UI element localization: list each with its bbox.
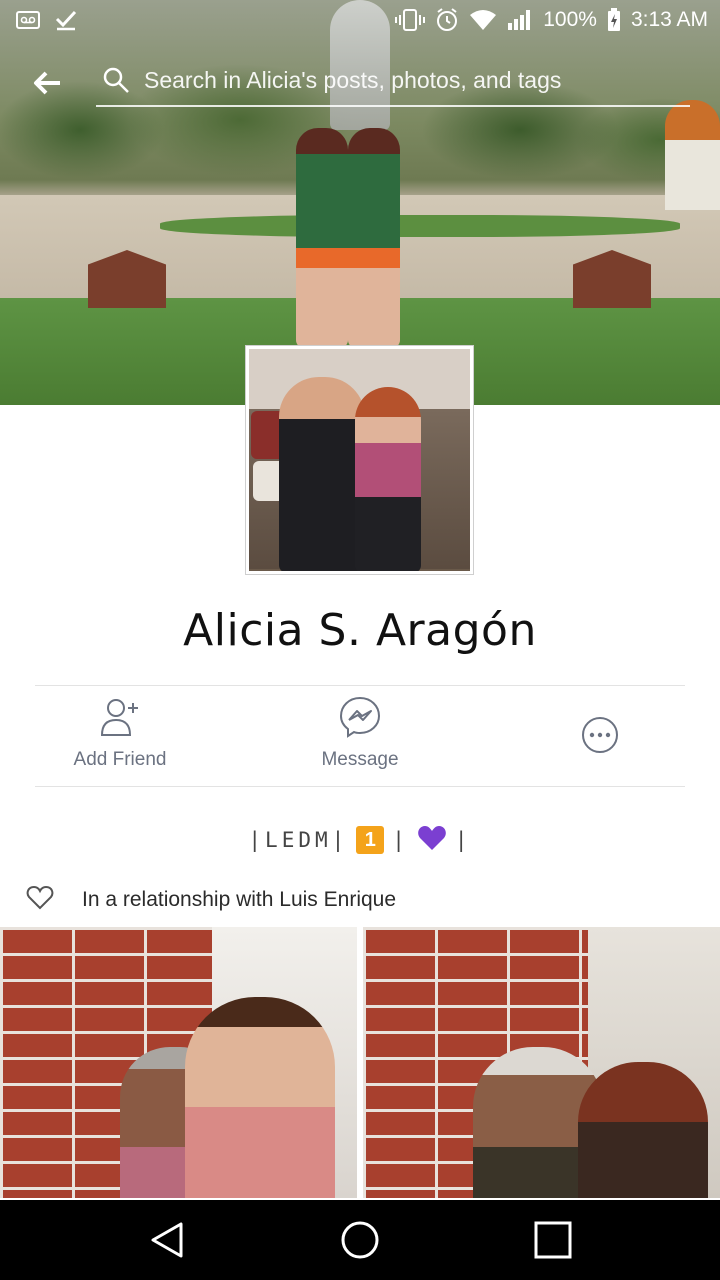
nav-back-icon[interactable] [137, 1210, 197, 1270]
signal-icon [507, 9, 533, 31]
photo-thumbnail-2[interactable] [363, 927, 720, 1198]
cover-person-right [348, 128, 400, 348]
profile-person-man [279, 377, 365, 571]
battery-percent: 100% [543, 8, 597, 31]
battery-icon [607, 8, 621, 32]
photo-person-girl [578, 1062, 708, 1198]
profile-picture[interactable] [245, 345, 474, 575]
heart-icon [26, 885, 54, 914]
message-label: Message [321, 749, 399, 770]
relationship-text: In a relationship with Luis Enrique [82, 888, 397, 911]
search-placeholder: Search in Alicia's posts, photos, and ta… [144, 66, 562, 93]
add-friend-icon [20, 695, 220, 743]
wifi-icon [469, 9, 497, 31]
messenger-icon [260, 695, 460, 743]
photo-person-girl [185, 997, 335, 1198]
bio-separator: | [392, 828, 409, 852]
nav-home-icon[interactable] [330, 1210, 390, 1270]
profile-bio: |LEDM| 1 | | [0, 822, 720, 858]
profile-picture-image [249, 349, 470, 571]
relationship-row[interactable]: In a relationship with Luis Enrique [26, 880, 396, 920]
bio-text-end: | [454, 828, 472, 852]
bio-text-start: |LEDM| [248, 828, 349, 852]
cover-lawn-back [160, 215, 680, 237]
search-header: Search in Alicia's posts, photos, and ta… [0, 55, 720, 111]
cover-sign [665, 100, 720, 210]
cover-person-left [296, 128, 348, 348]
back-arrow-icon[interactable] [30, 65, 66, 101]
search-icon [102, 66, 130, 94]
voicemail-icon [16, 11, 40, 29]
check-icon [54, 9, 78, 31]
search-input[interactable]: Search in Alicia's posts, photos, and ta… [96, 55, 690, 107]
status-bar: 100% 3:13 AM [0, 0, 720, 40]
more-icon [500, 715, 700, 759]
number-one-emoji: 1 [356, 826, 385, 854]
divider-bottom [35, 786, 685, 787]
clock: 3:13 AM [630, 8, 708, 31]
purple-heart-icon [417, 825, 447, 856]
profile-name: Alicia S. Aragón [183, 605, 537, 656]
vibrate-icon [395, 9, 426, 31]
message-button[interactable]: Message [260, 695, 460, 777]
divider-top [35, 685, 685, 686]
alarm-icon [435, 8, 459, 32]
add-friend-label: Add Friend [73, 749, 167, 770]
android-nav-bar [0, 1200, 720, 1280]
more-button[interactable] [500, 695, 700, 777]
nav-recents-icon[interactable] [523, 1210, 583, 1270]
photo-thumbnail-1[interactable] [0, 927, 357, 1198]
add-friend-button[interactable]: Add Friend [20, 695, 220, 777]
profile-person-woman [355, 387, 421, 571]
